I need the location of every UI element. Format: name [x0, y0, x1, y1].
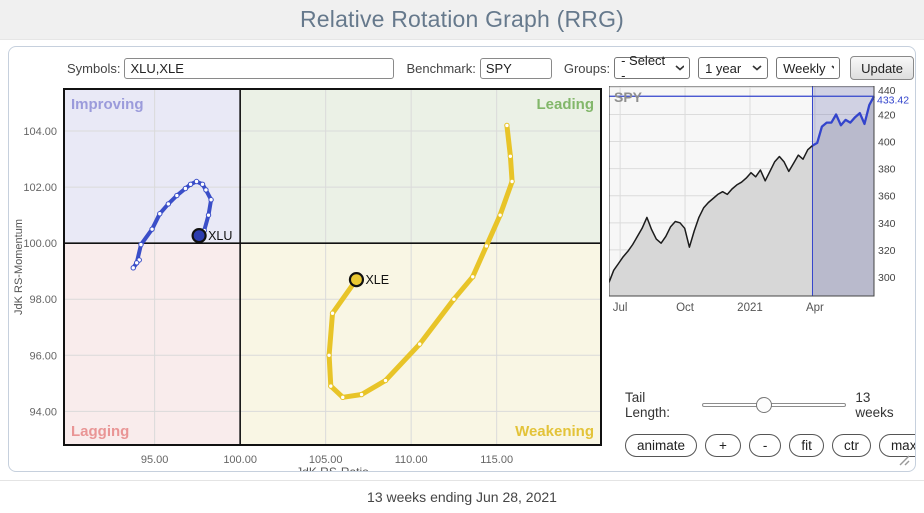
svg-text:Lagging: Lagging [71, 423, 129, 440]
svg-text:98.00: 98.00 [29, 294, 57, 306]
svg-text:100.00: 100.00 [23, 238, 57, 250]
svg-text:95.00: 95.00 [141, 454, 169, 466]
chart-buttons-row: animate+-fitctrmax [609, 434, 911, 457]
app-header: Relative Rotation Graph (RRG) [0, 0, 924, 40]
groups-label: Groups: [564, 61, 610, 76]
symbols-input[interactable] [124, 58, 394, 79]
footer: 13 weeks ending Jun 28, 2021 [0, 480, 924, 513]
frequency-select[interactable]: Weekly [776, 57, 840, 79]
svg-text:340: 340 [878, 218, 896, 230]
svg-text:Apr: Apr [806, 302, 824, 314]
main-content: 95.00100.00105.00110.00115.0094.0096.009… [9, 84, 915, 472]
benchmark-label: Benchmark: [406, 61, 475, 76]
svg-text:XLE: XLE [365, 273, 389, 287]
period-select-value: 1 year [705, 61, 741, 76]
animate-button[interactable]: animate [625, 434, 697, 457]
svg-text:Jul: Jul [613, 302, 628, 314]
svg-text:JdK RS-Ratio: JdK RS-Ratio [296, 465, 369, 472]
rrg-plot[interactable]: 95.00100.00105.00110.00115.0094.0096.009… [9, 84, 605, 472]
tail-length-label: Tail Length: [625, 390, 692, 420]
center-button[interactable]: ctr [832, 434, 871, 457]
slider-track[interactable] [702, 403, 846, 407]
frequency-select-value: Weekly [783, 61, 825, 76]
tail-length-row: Tail Length: 13 weeks [609, 390, 911, 420]
svg-text:2021: 2021 [737, 302, 763, 314]
toolbar: Symbols: Benchmark: Groups: - Select - 1… [9, 47, 915, 80]
svg-text:Weakening: Weakening [515, 423, 594, 440]
footer-caption: 13 weeks ending Jun 28, 2021 [367, 489, 557, 505]
svg-text:94.00: 94.00 [29, 406, 57, 418]
period-select[interactable]: 1 year [698, 57, 768, 79]
update-button[interactable]: Update [850, 56, 914, 80]
svg-text:360: 360 [878, 191, 896, 203]
svg-text:420: 420 [878, 109, 896, 121]
side-panel: JulOct2021Apr300320340360380400420440433… [609, 86, 911, 472]
chevron-down-icon [831, 65, 834, 71]
tail-length-value: 13 weeks [855, 390, 911, 420]
svg-text:115.00: 115.00 [480, 454, 513, 466]
symbols-label: Symbols: [67, 61, 120, 76]
chevron-down-icon [675, 65, 684, 71]
page-title: Relative Rotation Graph (RRG) [300, 6, 624, 33]
svg-text:380: 380 [878, 164, 896, 176]
zoom-out-button[interactable]: - [749, 434, 782, 457]
zoom-in-button[interactable]: + [705, 434, 741, 457]
chevron-down-icon [752, 65, 762, 71]
svg-text:JdK RS-Momentum: JdK RS-Momentum [13, 219, 25, 315]
groups-select-value: - Select - [621, 53, 669, 83]
rrg-chart-area: 95.00100.00105.00110.00115.0094.0096.009… [9, 84, 605, 472]
slider-handle[interactable] [756, 397, 772, 413]
svg-text:433.42: 433.42 [877, 94, 909, 106]
spy-chart-label: SPY [614, 89, 642, 105]
svg-text:320: 320 [878, 245, 896, 257]
resize-handle-icon[interactable] [897, 453, 910, 466]
svg-text:110.00: 110.00 [395, 454, 428, 466]
svg-text:400: 400 [878, 137, 896, 149]
svg-text:300: 300 [878, 272, 896, 284]
svg-text:XLU: XLU [208, 229, 232, 243]
svg-text:Oct: Oct [676, 302, 695, 314]
svg-text:Leading: Leading [536, 96, 594, 113]
benchmark-chart-area: JulOct2021Apr300320340360380400420440433… [609, 86, 909, 318]
svg-text:104.00: 104.00 [23, 126, 57, 138]
benchmark-input[interactable] [480, 58, 552, 79]
fit-button[interactable]: fit [789, 434, 824, 457]
svg-text:96.00: 96.00 [29, 350, 57, 362]
svg-text:100.00: 100.00 [223, 454, 257, 466]
groups-select[interactable]: - Select - [614, 57, 690, 79]
tail-length-slider[interactable] [702, 397, 846, 414]
svg-text:102.00: 102.00 [23, 182, 57, 194]
svg-text:Improving: Improving [71, 96, 144, 113]
rrg-panel: Symbols: Benchmark: Groups: - Select - 1… [8, 46, 916, 472]
spy-chart: JulOct2021Apr300320340360380400420440433… [609, 86, 909, 318]
